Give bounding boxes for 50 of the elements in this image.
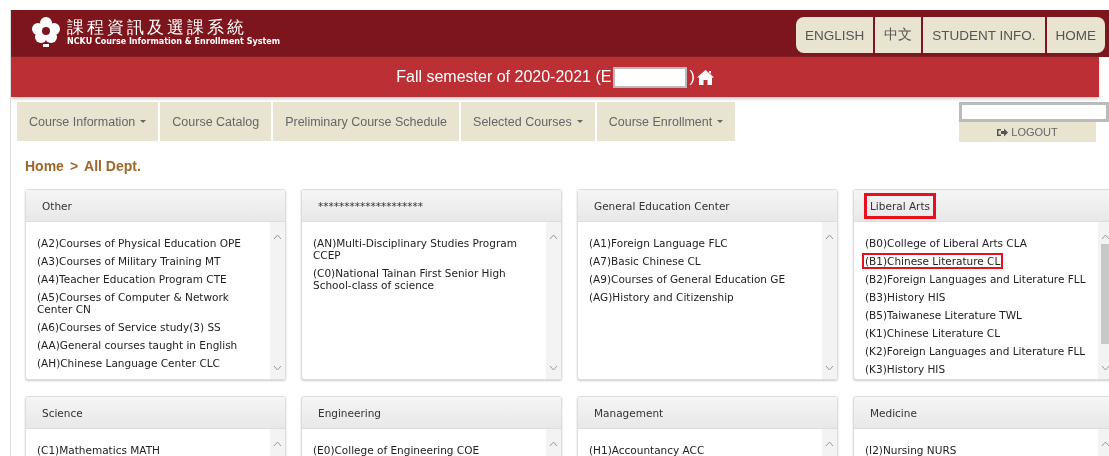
panel-title: Other: [41, 198, 73, 214]
scroll-up-icon[interactable]: [825, 234, 834, 240]
scrollbar[interactable]: [1098, 222, 1109, 379]
scrollbar[interactable]: [270, 222, 285, 379]
panel-title: Liberal Arts: [864, 192, 936, 219]
site-subtitle: NCKU Course Information & Enrollment System: [67, 37, 280, 47]
scroll-down-icon[interactable]: [549, 365, 558, 371]
panel-title: ********************: [317, 198, 424, 214]
scroll-up-icon[interactable]: [549, 441, 558, 447]
flower-emblem-icon: [31, 16, 61, 48]
breadcrumb-separator: >: [69, 158, 79, 174]
input-field[interactable]: [959, 102, 1109, 122]
breadcrumb-link[interactable]: Home: [25, 158, 64, 174]
department-link[interactable]: (B3)History HIS: [864, 288, 1098, 306]
scrollbar[interactable]: [822, 222, 837, 379]
scroll-up-icon[interactable]: [1101, 234, 1109, 240]
header-link-button[interactable]: STUDENT INFO.: [923, 17, 1045, 53]
scroll-up-icon[interactable]: [1101, 441, 1109, 447]
scrollbar[interactable]: [546, 222, 561, 379]
header-link-button[interactable]: ENGLISH: [795, 17, 874, 53]
breadcrumb-link[interactable]: All Dept.: [84, 158, 141, 174]
panel-title: General Education Center: [593, 198, 731, 214]
site-title: 課程資訊及選課系統: [67, 17, 248, 37]
nav-menu-button[interactable]: Preliminary Course Schedule: [273, 102, 460, 141]
nav-menu-button[interactable]: Course Information: [17, 102, 159, 141]
nav-menu-button[interactable]: Course Enrollment: [596, 102, 736, 141]
panel-title: Management: [593, 405, 665, 421]
nav-menu-button[interactable]: Selected Courses: [461, 102, 595, 141]
home-icon[interactable]: [696, 69, 714, 85]
logout-button[interactable]: LOGOUT: [959, 122, 1096, 142]
scroll-down-icon[interactable]: [825, 365, 834, 371]
department-link[interactable]: (A7)Basic Chinese CL: [588, 252, 822, 270]
header-link-button[interactable]: HOME: [1046, 17, 1105, 53]
panel-title: Engineering: [317, 405, 382, 421]
scroll-up-icon[interactable]: [549, 234, 558, 240]
scroll-up-icon[interactable]: [273, 234, 282, 240]
semester-text: Fall semester of 2020-2021 (E: [396, 68, 612, 86]
department-link[interactable]: (I2)Nursing NURS: [864, 441, 1098, 456]
logout-icon: [997, 127, 1009, 137]
header-link-button[interactable]: 中文: [875, 17, 922, 53]
department-link[interactable]: (H1)Accountancy ACC: [588, 441, 822, 456]
semester-text-end: ): [689, 68, 695, 86]
panel-title: Medicine: [869, 405, 918, 421]
nav-menu-button[interactable]: Course Catalog: [160, 102, 272, 141]
scroll-down-icon[interactable]: [1101, 365, 1109, 371]
scroll-down-icon[interactable]: [273, 365, 282, 371]
department-link[interactable]: (K3)History HIS: [864, 360, 1098, 378]
scroll-up-icon[interactable]: [825, 441, 834, 447]
panel-title: Science: [41, 405, 84, 421]
scroll-up-icon[interactable]: [273, 441, 282, 447]
